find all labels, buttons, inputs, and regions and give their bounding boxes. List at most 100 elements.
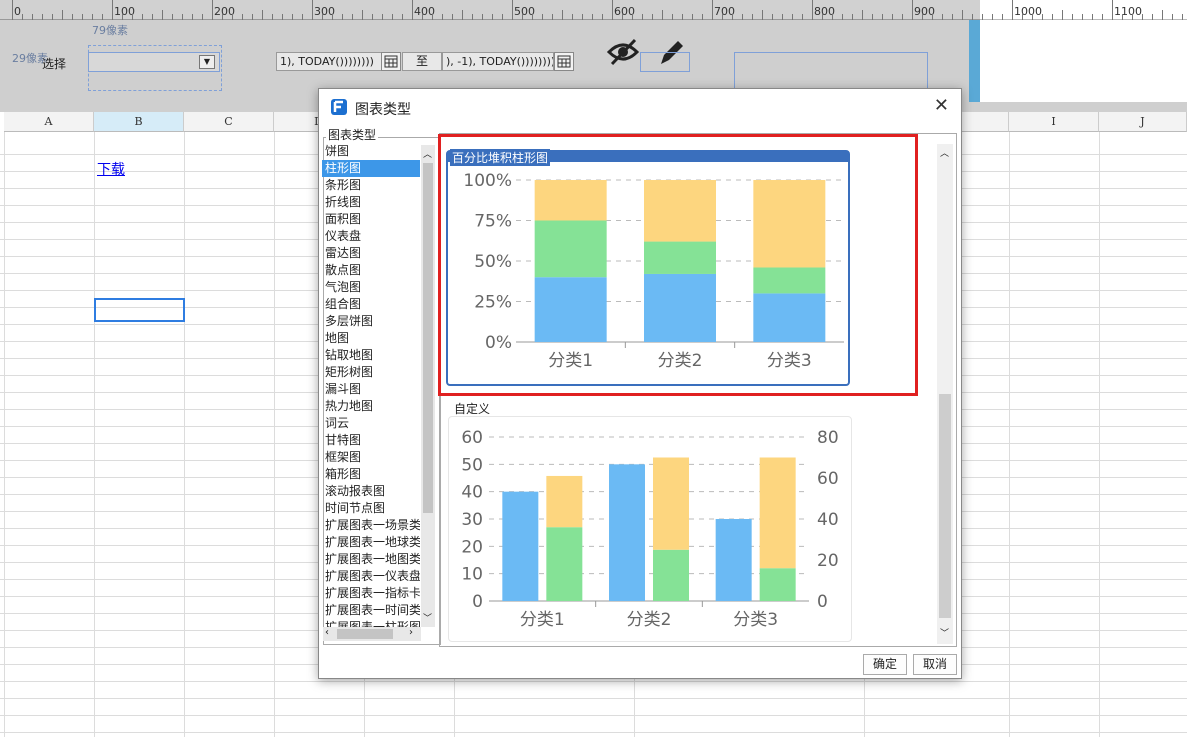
y-tick-label: 10 (461, 565, 483, 585)
chart-type-item[interactable]: 地图 (322, 330, 420, 347)
ruler-tick (712, 0, 713, 20)
ruler-tick (912, 0, 913, 20)
ruler-minor-tick (1162, 10, 1163, 20)
chart-type-list[interactable]: 饼图 柱形图 条形图 折线图 面积图 仪表盘 雷达图 散点图 气泡图 组合图 多层饼图 地图 钻取地图矩… (322, 143, 420, 627)
y-tick-label: 40 (461, 483, 483, 503)
bar (715, 519, 752, 601)
bar-segment (759, 457, 796, 569)
chart-preview-panel: 百分比堆积柱形图 100% 75% 50% 25% 0% 分类1 分类2 分类3 自定义 60… (438, 133, 957, 647)
ruler-tick (1112, 0, 1113, 20)
chart-type-item[interactable]: 折线图 (322, 194, 420, 211)
chart-type-item[interactable]: 时间节点图 (322, 500, 420, 517)
ok-button[interactable]: 确定 (863, 654, 907, 675)
chart-type-item[interactable]: 扩展图表一地图类 (322, 551, 420, 568)
eye-hidden-icon[interactable] (606, 36, 640, 68)
column-header-j[interactable]: J (1099, 112, 1187, 132)
column-header-i[interactable]: I (1009, 112, 1099, 132)
ruler-tick (812, 0, 813, 20)
chart-style-card[interactable]: 60 50 40 30 20 10 0 80 60 40 20 0 分类1 分类2 分类3 (448, 416, 852, 642)
ruler-minor-tick (262, 10, 263, 20)
chart-type-item[interactable]: 仪表盘 (322, 228, 420, 245)
bar-segment (653, 549, 689, 601)
app-logo-icon (331, 99, 347, 115)
y2-tick-label: 80 (817, 428, 839, 448)
chart-type-item[interactable]: 扩展图表一柱形图 (322, 619, 420, 627)
list-scroll-thumb[interactable] (423, 163, 433, 513)
preview-scrollbar[interactable]: ︿ ﹀ (937, 144, 953, 644)
chevron-up-icon[interactable]: ︿ (940, 146, 949, 159)
bar-segment (759, 568, 796, 601)
chart-type-item[interactable]: 组合图 (322, 296, 420, 313)
calendar-icon[interactable] (381, 52, 401, 71)
ruler-minor-tick (962, 10, 963, 20)
chevron-right-icon[interactable]: › (409, 627, 413, 638)
ruler-label: 0 (14, 5, 21, 18)
chart-type-item[interactable]: 扩展图表一场景类 (322, 517, 420, 534)
chart-type-item[interactable]: 饼图 (322, 143, 420, 160)
chart-type-item[interactable]: 扩展图表一时间类 (322, 602, 420, 619)
chart-type-item[interactable]: 矩形树图 (322, 364, 420, 381)
chart-type-item[interactable]: 扩展图表一地球类 (322, 534, 420, 551)
panel-resize-handle[interactable] (969, 20, 980, 102)
chart-type-item[interactable]: 词云 (322, 415, 420, 432)
height-px-label: 79像素 (92, 24, 128, 37)
y2-tick-label: 20 (817, 551, 839, 571)
chart-type-item[interactable]: 气泡图 (322, 279, 420, 296)
selected-cell[interactable] (94, 298, 185, 322)
chart-type-item[interactable]: 滚动报表图 (322, 483, 420, 500)
list-hscrollbar[interactable]: ‹ › (323, 627, 421, 641)
chart-type-item[interactable]: 散点图 (322, 262, 420, 279)
ruler-tick (112, 0, 113, 20)
chevron-down-icon[interactable]: ▼ (199, 55, 215, 69)
chevron-up-icon[interactable]: ︿ (423, 147, 432, 160)
ruler-minor-tick (162, 10, 163, 20)
chart-type-item[interactable]: 柱形图 (322, 160, 420, 177)
chevron-left-icon[interactable]: ‹ (325, 627, 329, 638)
select-combo[interactable]: ▼ (88, 52, 220, 72)
chart-type-dialog: 图表类型 ✕ 图表类型 饼图 柱形图 条形图 折线图 面积图 仪表盘 雷达图 散点图 气泡图 组合… (318, 88, 962, 679)
download-link[interactable]: 下载 (97, 159, 125, 179)
ruler: 0 100 200 300 400 500 600 700 800 900 1000 1100 (0, 0, 1187, 20)
x-tick-label: 分类3 (733, 610, 778, 630)
chart-type-item[interactable]: 面积图 (322, 211, 420, 228)
chart-type-item[interactable]: 条形图 (322, 177, 420, 194)
column-header-c[interactable]: C (184, 112, 274, 132)
y-tick-label: 20 (461, 537, 483, 557)
chart-type-item[interactable]: 多层饼图 (322, 313, 420, 330)
column-header-b[interactable]: B (94, 112, 184, 132)
y2-tick-label: 0 (817, 592, 828, 612)
chart-type-item[interactable]: 甘特图 (322, 432, 420, 449)
ruler-tick (1012, 0, 1013, 20)
ruler-minor-tick (362, 10, 363, 20)
chart-type-item[interactable]: 扩展图表一仪表盘 (322, 568, 420, 585)
y2-tick-label: 40 (817, 510, 839, 530)
chart-type-item[interactable]: 箱形图 (322, 466, 420, 483)
x-tick-label: 分类2 (627, 610, 672, 630)
list-hscroll-thumb[interactable] (337, 629, 393, 639)
ruler-minor-tick (1062, 10, 1063, 20)
chart-type-item[interactable]: 框架图 (322, 449, 420, 466)
column-header-a[interactable]: A (4, 112, 94, 132)
chart-type-item[interactable]: 漏斗图 (322, 381, 420, 398)
date-start-field[interactable]: 1), TODAY()))))))) (276, 52, 382, 71)
custom-combo-chart: 6050403020100806040200分类1 分类2 分类3 (461, 428, 839, 630)
ruler-tick (312, 0, 313, 20)
close-icon[interactable]: ✕ (934, 95, 949, 116)
chevron-down-icon[interactable]: ﹀ (940, 626, 949, 639)
chart-type-item[interactable]: 热力地图 (322, 398, 420, 415)
y-tick-label: 60 (461, 428, 483, 448)
preview-scroll-thumb[interactable] (939, 394, 951, 618)
chart-type-item[interactable]: 扩展图表一指标卡 (322, 585, 420, 602)
list-scrollbar[interactable]: ︿ ﹀ (421, 145, 435, 627)
bar-segment (546, 475, 583, 528)
chart-type-group-label: 图表类型 (326, 126, 379, 143)
bar-segment (546, 527, 583, 601)
grid-hline (0, 715, 1187, 716)
cancel-button[interactable]: 取消 (913, 654, 957, 675)
chart-type-item[interactable]: 雷达图 (322, 245, 420, 262)
y-tick-label: 30 (461, 510, 483, 530)
chevron-down-icon[interactable]: ﹀ (423, 611, 432, 624)
calendar-icon[interactable] (554, 52, 574, 71)
date-end-field[interactable]: ), -1), TODAY()))))))) (442, 52, 554, 71)
chart-type-item[interactable]: 钻取地图 (322, 347, 420, 364)
